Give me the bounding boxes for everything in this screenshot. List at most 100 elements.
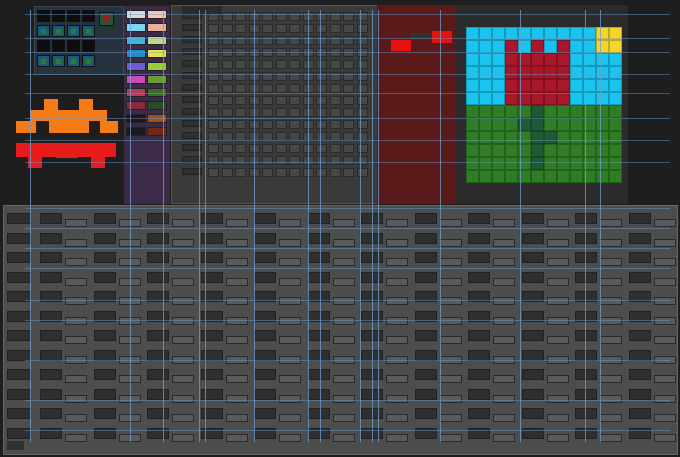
- board-node-port[interactable]: [65, 277, 87, 286]
- board-node[interactable]: [521, 408, 544, 419]
- board-node-port[interactable]: [65, 238, 87, 247]
- board-node[interactable]: [468, 232, 490, 244]
- board-row-input[interactable]: [7, 252, 31, 263]
- logic-node[interactable]: [235, 24, 246, 33]
- logic-node[interactable]: [316, 144, 327, 153]
- board-node-port[interactable]: [332, 297, 355, 305]
- board-node-port[interactable]: [653, 394, 676, 403]
- board-node-port[interactable]: [439, 336, 462, 344]
- board-node[interactable]: [93, 408, 116, 419]
- board-node-port[interactable]: [439, 258, 462, 266]
- board-node[interactable]: [40, 213, 62, 224]
- logic-node[interactable]: [208, 168, 219, 177]
- board-node-port[interactable]: [225, 258, 248, 266]
- board-node[interactable]: [414, 330, 437, 341]
- red-zone-node-1[interactable]: [391, 40, 411, 51]
- logic-node[interactable]: [275, 60, 287, 69]
- board-node-port[interactable]: [493, 433, 515, 442]
- thumbnail-tile[interactable]: [82, 55, 95, 67]
- board-node-port[interactable]: [600, 433, 622, 442]
- board-node[interactable]: [200, 388, 223, 400]
- logic-node[interactable]: [356, 144, 368, 153]
- logic-node[interactable]: [221, 108, 233, 117]
- board-node-port[interactable]: [439, 433, 462, 442]
- board-node-port[interactable]: [439, 219, 462, 227]
- board-node[interactable]: [468, 369, 490, 380]
- board-node[interactable]: [307, 408, 330, 419]
- board-node-port[interactable]: [439, 375, 462, 383]
- board-node[interactable]: [40, 330, 62, 341]
- board-node-port[interactable]: [225, 414, 248, 422]
- color-swatch[interactable]: [126, 127, 146, 136]
- board-node-port[interactable]: [65, 297, 87, 305]
- logic-node[interactable]: [316, 120, 327, 129]
- thumbnail-tile[interactable]: [37, 25, 50, 37]
- board-node-port[interactable]: [439, 297, 462, 305]
- logic-node[interactable]: [208, 108, 219, 117]
- logic-node[interactable]: [275, 108, 287, 117]
- board-node-port[interactable]: [493, 258, 515, 266]
- board-node[interactable]: [93, 252, 116, 263]
- board-node-port[interactable]: [546, 336, 569, 344]
- board-node-port[interactable]: [546, 433, 569, 442]
- board-node[interactable]: [307, 330, 330, 341]
- logic-node[interactable]: [235, 144, 246, 153]
- board-node[interactable]: [254, 408, 276, 419]
- board-row-input[interactable]: [7, 213, 31, 224]
- board-node-port[interactable]: [653, 336, 676, 344]
- logic-node[interactable]: [275, 120, 287, 129]
- thumbnail-tile[interactable]: [82, 25, 95, 37]
- board-node-port[interactable]: [279, 297, 301, 305]
- board-node-port[interactable]: [653, 277, 676, 286]
- logic-node[interactable]: [329, 24, 341, 33]
- board-node[interactable]: [307, 271, 330, 283]
- board-node[interactable]: [414, 388, 437, 400]
- board-node-port[interactable]: [225, 238, 248, 247]
- board-node-port[interactable]: [386, 277, 408, 286]
- logic-node[interactable]: [289, 108, 300, 117]
- logic-node[interactable]: [235, 96, 246, 105]
- board-node-port[interactable]: [279, 394, 301, 403]
- logic-node[interactable]: [221, 144, 233, 153]
- board-node-port[interactable]: [172, 394, 194, 403]
- board-node-port[interactable]: [600, 394, 622, 403]
- thumbnail-tile[interactable]: [82, 10, 95, 22]
- board-node-port[interactable]: [172, 414, 194, 422]
- board-node-port[interactable]: [493, 238, 515, 247]
- board-node-port[interactable]: [65, 219, 87, 227]
- logic-node[interactable]: [221, 156, 233, 165]
- thumbnail-tile[interactable]: [52, 55, 65, 67]
- board-node-port[interactable]: [600, 336, 622, 344]
- board-node[interactable]: [575, 232, 597, 244]
- logic-node[interactable]: [289, 120, 300, 129]
- logic-node[interactable]: [221, 24, 233, 33]
- board-node[interactable]: [414, 213, 437, 224]
- red-zone-node-2[interactable]: [432, 31, 452, 43]
- thumbnail-tile[interactable]: [67, 40, 80, 52]
- logic-node[interactable]: [316, 96, 327, 105]
- board-node[interactable]: [468, 271, 490, 283]
- logic-node[interactable]: [289, 24, 300, 33]
- logic-node[interactable]: [329, 60, 341, 69]
- board-node-port[interactable]: [493, 277, 515, 286]
- board-node[interactable]: [468, 349, 490, 361]
- board-node-port[interactable]: [600, 297, 622, 305]
- board-node[interactable]: [254, 271, 276, 283]
- logic-node[interactable]: [289, 96, 300, 105]
- logic-node[interactable]: [235, 60, 246, 69]
- board-node[interactable]: [40, 388, 62, 400]
- logic-node[interactable]: [208, 96, 219, 105]
- board-node[interactable]: [628, 349, 651, 361]
- logic-node[interactable]: [356, 24, 368, 33]
- board-node[interactable]: [40, 349, 62, 361]
- board-node-port[interactable]: [386, 394, 408, 403]
- logic-node[interactable]: [356, 168, 368, 177]
- logic-node[interactable]: [289, 168, 300, 177]
- logic-node[interactable]: [235, 84, 246, 93]
- thumbnail-tile[interactable]: [67, 55, 80, 67]
- board-row-input[interactable]: [7, 388, 31, 400]
- board-node-port[interactable]: [172, 297, 194, 305]
- logic-node[interactable]: [275, 84, 287, 93]
- logic-node[interactable]: [356, 120, 368, 129]
- board-node[interactable]: [93, 349, 116, 361]
